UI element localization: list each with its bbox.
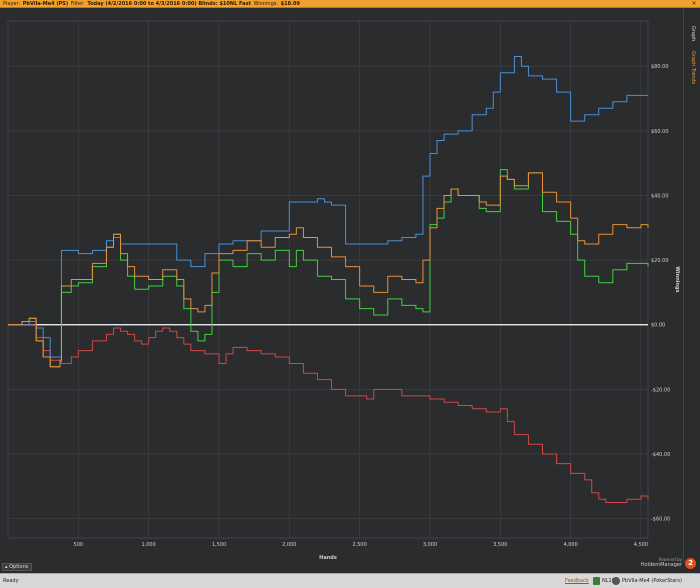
x-tick-label: 3,000 (423, 542, 437, 548)
x-tick-label: 1,000 (141, 542, 155, 548)
filter-bar[interactable]: Player: PbVlla-Me4 (PS) Filter: Today (4… (0, 0, 700, 8)
tab-graph-trends[interactable]: Graph Trends (684, 49, 700, 87)
y-tick-label: $60.00 (651, 129, 669, 135)
x-tick-label: 4,500 (634, 542, 648, 548)
x-tick-label: 2,500 (352, 542, 366, 548)
winnings-graph[interactable]: $80.00 $60.00 $40.00 $20.00 $0.00 -$20.00 -$40… (0, 9, 683, 567)
x-tick-label: 500 (74, 542, 84, 548)
y-tick-label: -$40.00 (651, 452, 670, 458)
player-label: Player: (3, 1, 21, 7)
stake-icon (593, 577, 600, 585)
options-bar: ▴ Options (0, 563, 700, 572)
branding: Powered by HoldemManager 2 (640, 557, 698, 571)
y-axis-label: Winnings (674, 266, 680, 292)
x-tick-label: 2,000 (282, 542, 296, 548)
filter-value: Today (4/2/2016 0:00 to 4/3/2016 0:00) B… (87, 1, 251, 7)
status-text: Ready (3, 578, 19, 584)
chart-svg: $80.00 $60.00 $40.00 $20.00 $0.00 -$20.00 -$40… (0, 9, 683, 567)
graph-window: Player: PbVlla-Me4 (PS) Filter: Today (4… (0, 0, 700, 588)
x-axis-label: Hands (319, 555, 337, 561)
player-value: PbVlla-Me4 (PS) (22, 1, 69, 7)
close-icon[interactable]: × (691, 0, 697, 7)
y-tick-label: -$20.00 (651, 387, 670, 393)
filter-label: Filter: (70, 1, 85, 7)
winnings-value: $18.09 (280, 1, 300, 7)
side-tabs: Graph Graph Trends (683, 9, 700, 567)
y-tick-label: $20.00 (651, 258, 669, 264)
brand-name: HoldemManager (640, 562, 682, 568)
y-tick-label: $40.00 (651, 193, 669, 199)
tab-graph[interactable]: Graph (684, 21, 700, 47)
y-tick-label: $80.00 (651, 64, 669, 70)
y-tick-label: -$60.00 (651, 517, 670, 523)
player-avatar-icon (612, 577, 620, 585)
x-tick-label: 4,000 (563, 542, 577, 548)
y-tick-label: $0.00 (651, 323, 665, 329)
player-badge[interactable]: PbVlla-Me4 (PokerStars) (612, 577, 682, 585)
status-bar: Ready Feedback NL10 PbVlla-Me4 (PokerSta… (0, 573, 700, 588)
x-tick-label: 3,500 (493, 542, 507, 548)
x-tick-label: 1,500 (212, 542, 226, 548)
winnings-label: Winnings: (253, 1, 279, 7)
options-button[interactable]: ▴ Options (2, 563, 32, 571)
player-label: PbVlla-Me4 (PokerStars) (622, 578, 682, 584)
chart-background (0, 9, 683, 567)
feedback-link[interactable]: Feedback (565, 574, 589, 588)
holdem-manager-logo-icon: 2 (685, 558, 696, 569)
